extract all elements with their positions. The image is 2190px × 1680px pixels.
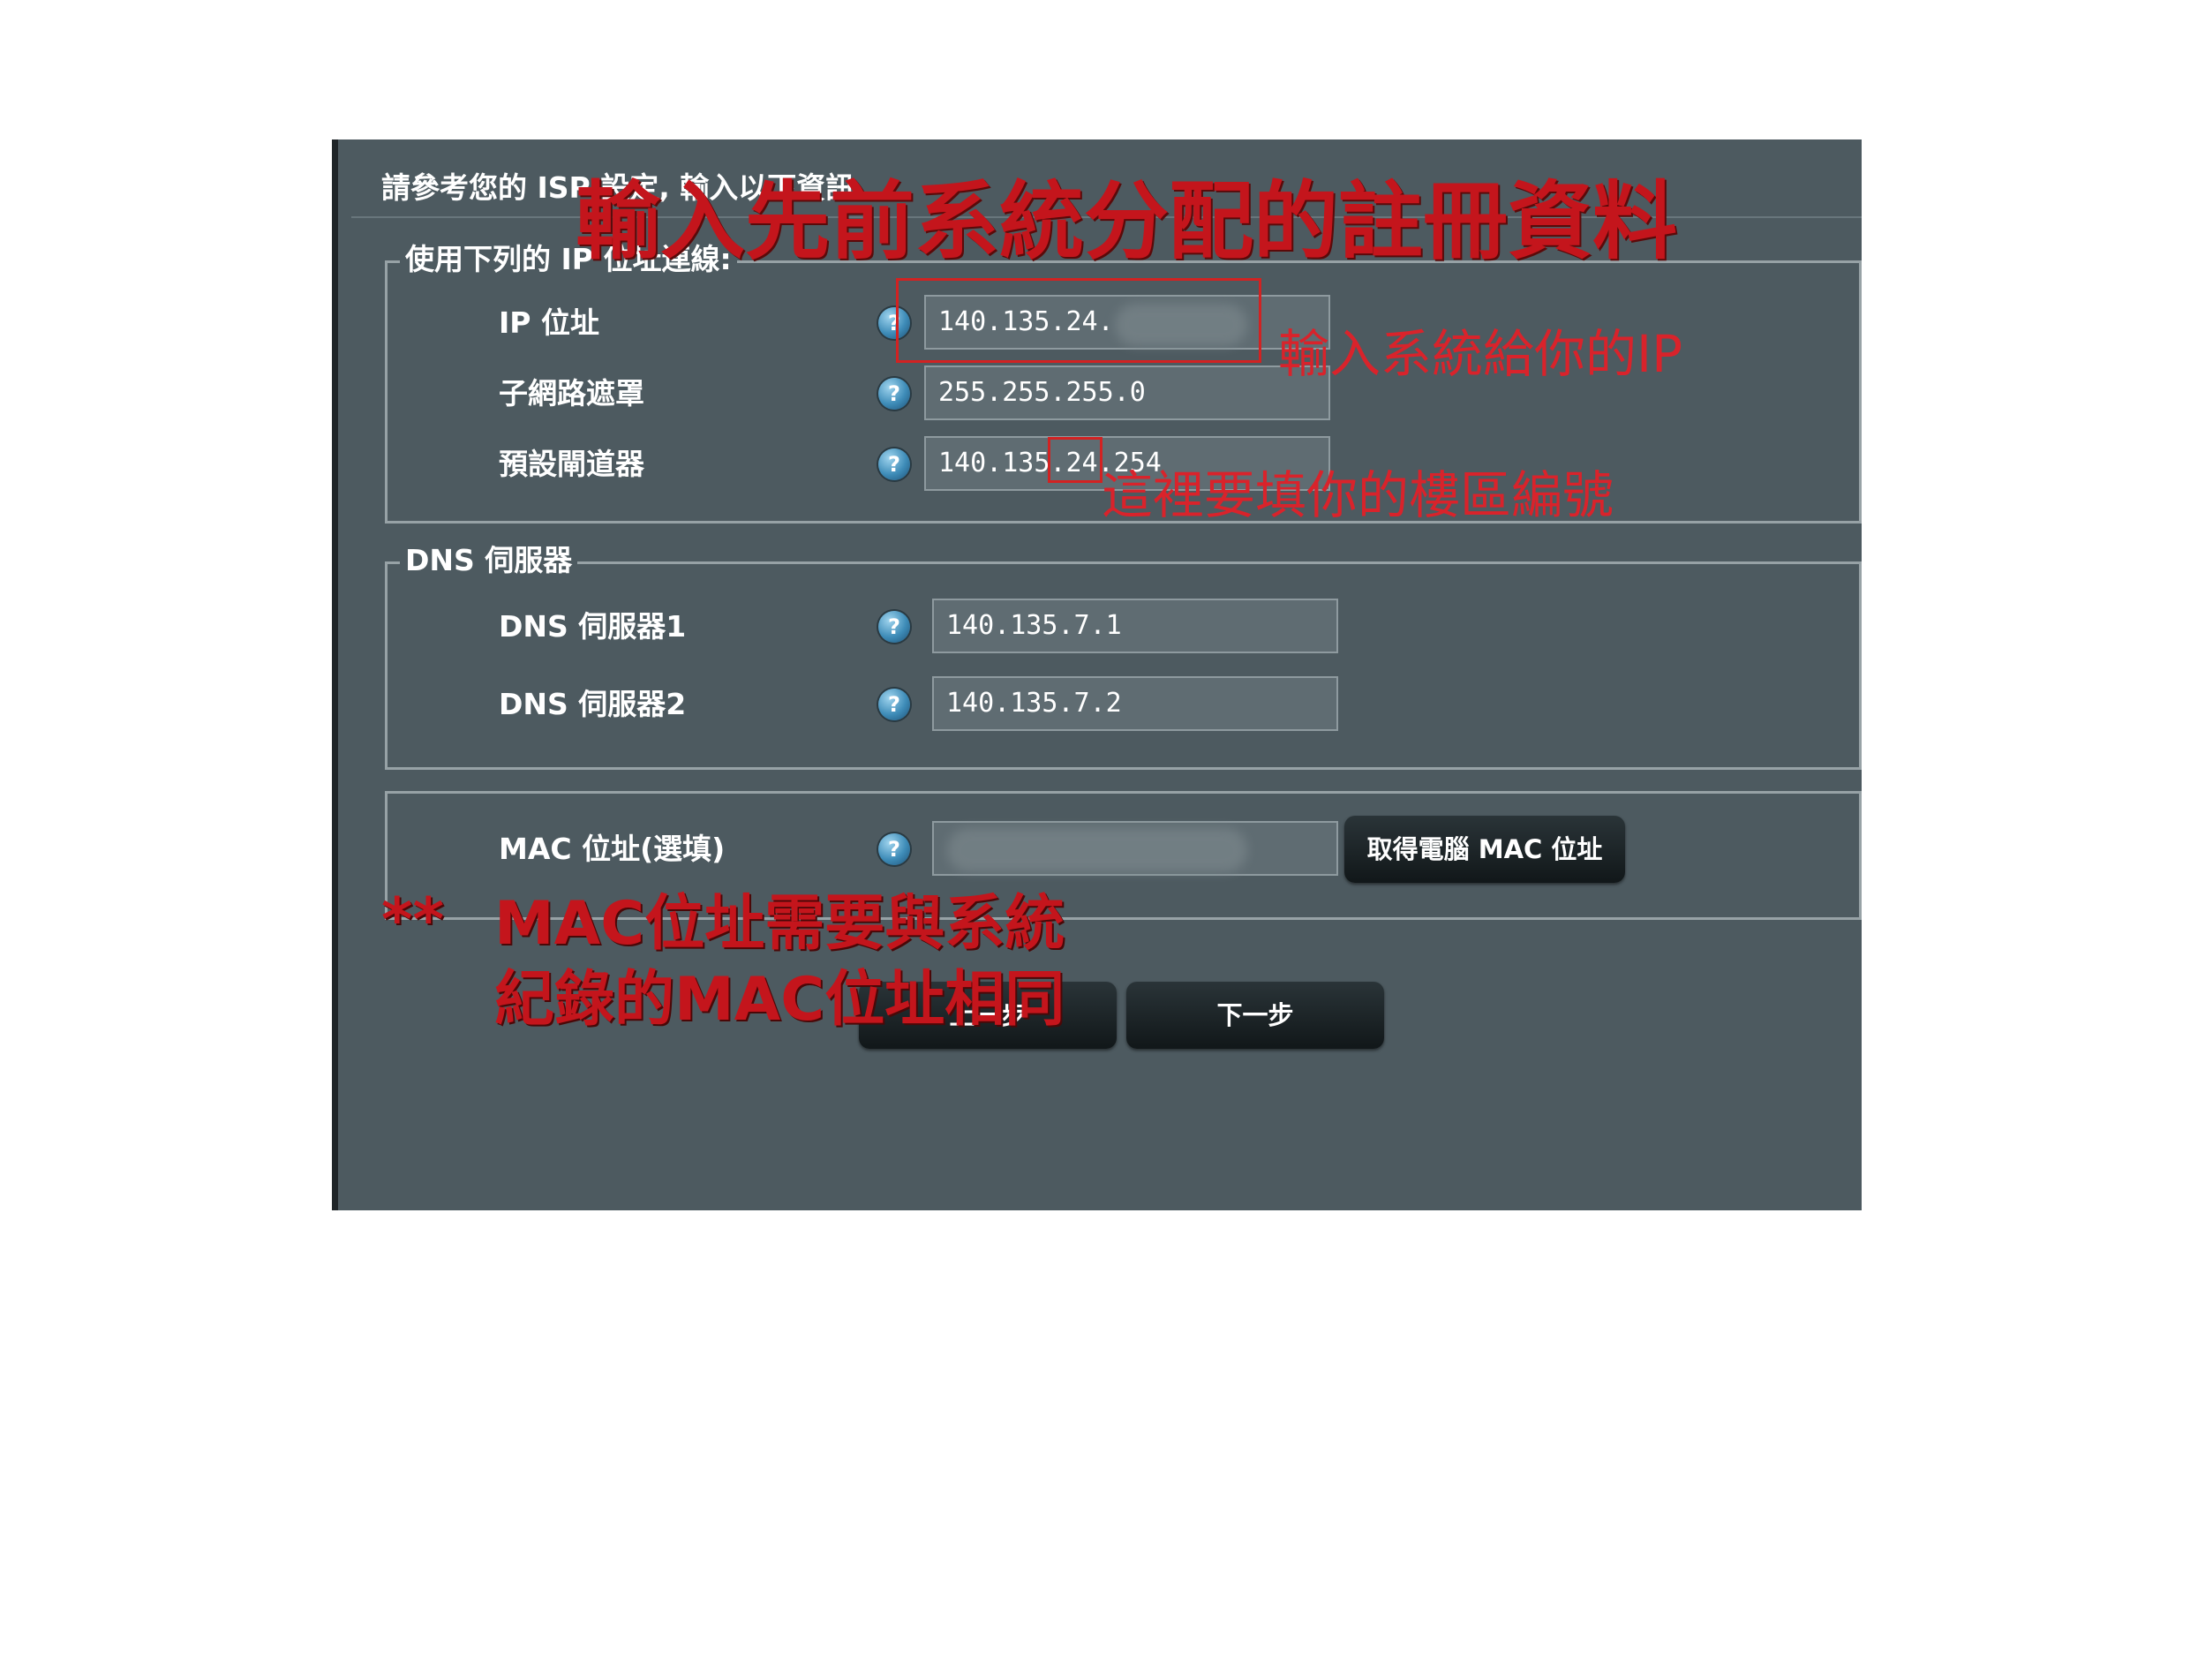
- help-icon[interactable]: ?: [878, 448, 910, 480]
- annotation-mac-line1: MAC位址需要與系統: [494, 889, 1065, 959]
- help-icon[interactable]: ?: [878, 378, 910, 410]
- subnet-mask-label: 子網路遮罩: [499, 376, 644, 411]
- redacted-mac-blur: [947, 828, 1247, 872]
- annotation-title: 輸入先前系統分配的註冊資料: [576, 172, 1677, 271]
- help-icon[interactable]: ?: [878, 833, 910, 865]
- dns-fieldset: [385, 561, 1862, 770]
- mac-address-label: MAC 位址(選填): [499, 832, 726, 866]
- help-icon[interactable]: ?: [878, 689, 910, 720]
- annotation-ip-note: 輸入系統給你的IP: [1278, 324, 1683, 384]
- annotation-mac-line2: 紀錄的MAC位址相同: [494, 965, 1065, 1035]
- dns1-input[interactable]: 140.135.7.1: [932, 599, 1338, 653]
- get-mac-address-button[interactable]: 取得電腦 MAC 位址: [1344, 816, 1625, 883]
- ip-highlight-box: [896, 278, 1261, 363]
- next-step-button[interactable]: 下一步: [1126, 982, 1384, 1049]
- subnet-mask-input[interactable]: 255.255.255.0: [924, 365, 1330, 420]
- gateway-building-highlight-box: [1048, 437, 1103, 483]
- help-icon[interactable]: ?: [878, 611, 910, 643]
- annotation-gateway-note: 這裡要填你的樓區編號: [1102, 465, 1614, 525]
- default-gateway-label: 預設閘道器: [499, 447, 644, 481]
- dns2-label: DNS 伺服器2: [499, 687, 687, 721]
- dns2-input[interactable]: 140.135.7.2: [932, 676, 1338, 731]
- dns1-label: DNS 伺服器1: [499, 609, 687, 644]
- router-setup-panel: 請參考您的 ISP 設定, 輸入以下資訊 使用下列的 IP 位址連線: IP 位…: [332, 139, 1862, 1210]
- annotation-mac-stars: **: [381, 885, 445, 955]
- ip-address-label: IP 位址: [499, 305, 599, 340]
- dns-legend: DNS 伺服器: [400, 541, 578, 580]
